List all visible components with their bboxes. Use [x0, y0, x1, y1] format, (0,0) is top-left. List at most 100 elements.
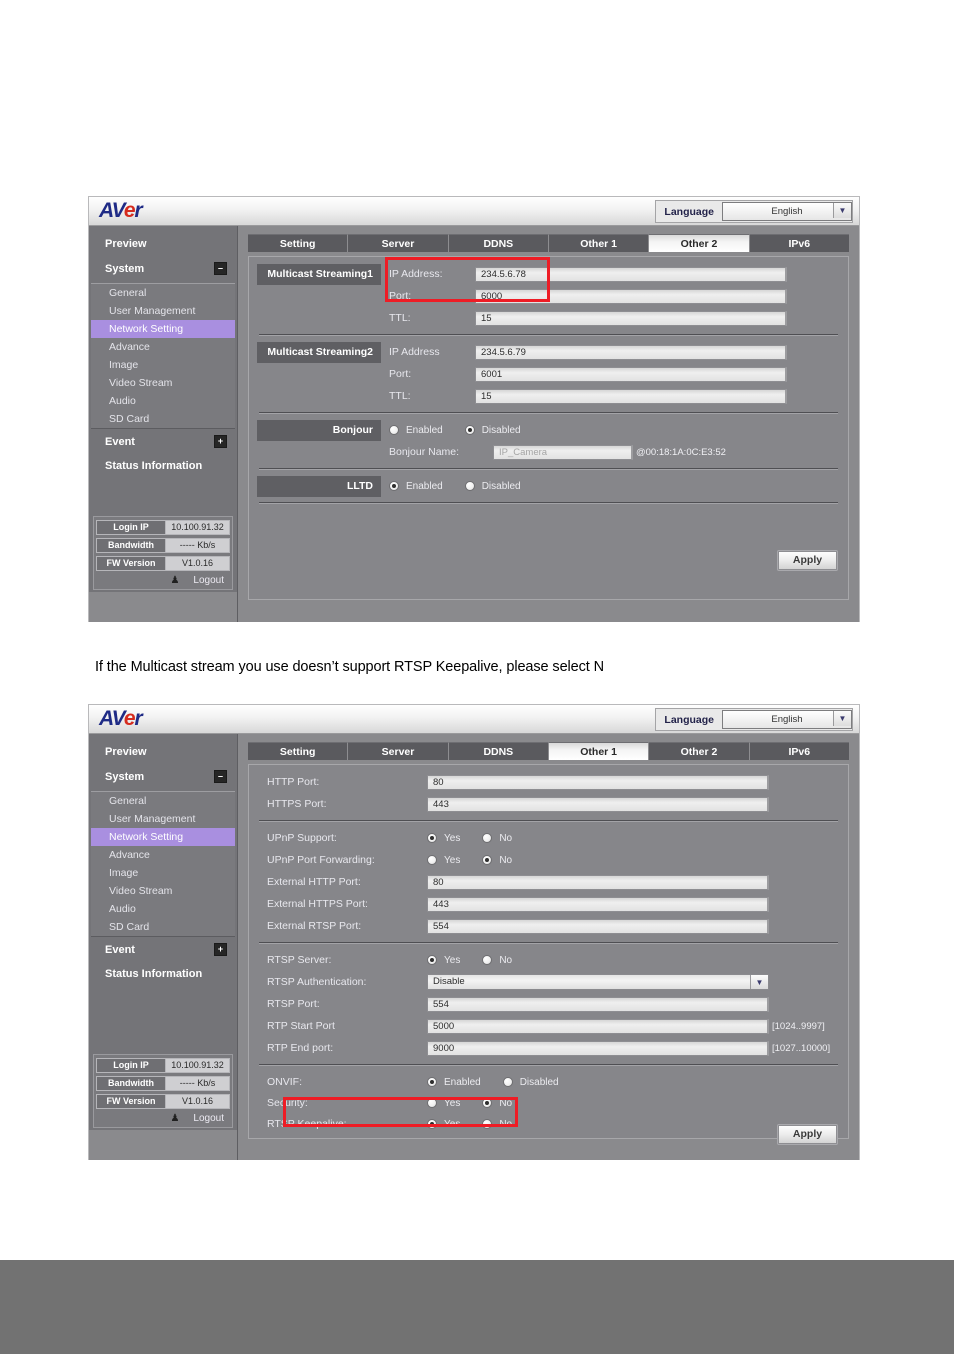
- sidebar-item-audio-2[interactable]: Audio: [91, 900, 235, 918]
- radio-onvif-enabled[interactable]: Enabled: [427, 1077, 481, 1088]
- sidebar-item-advance[interactable]: Advance: [91, 338, 235, 356]
- radio-icon-lltd-enabled[interactable]: [389, 481, 399, 491]
- input-mc2-port[interactable]: 6001: [475, 366, 787, 382]
- sidebar-item-status-information-2[interactable]: Status Information: [89, 962, 237, 986]
- apply-button-multicast[interactable]: Apply: [778, 551, 837, 570]
- sidebar-item-sd-card-2[interactable]: SD Card: [91, 918, 235, 936]
- tab-ddns[interactable]: DDNS: [448, 234, 549, 252]
- radio-icon-bonjour-disabled[interactable]: [464, 425, 475, 435]
- radio-rtsp-keepalive-no[interactable]: No: [482, 1119, 512, 1130]
- sidebar-item-audio[interactable]: Audio: [91, 392, 235, 410]
- tab-other-1[interactable]: Other 1: [548, 234, 650, 252]
- tab-ddns-2[interactable]: DDNS: [448, 742, 549, 760]
- radio-upnp-forwarding-yes[interactable]: Yes: [427, 855, 460, 866]
- sidebar-item-sd-card[interactable]: SD Card: [91, 410, 235, 428]
- input-mc1-ip-address[interactable]: 234.5.6.78: [475, 266, 787, 282]
- radio-icon-rtsp-keepalive-no[interactable]: [482, 1119, 493, 1129]
- tab-server[interactable]: Server: [348, 234, 449, 252]
- radio-icon-upnp-support-yes[interactable]: [427, 833, 437, 843]
- tab-other-2-2[interactable]: Other 2: [649, 742, 750, 760]
- radio-bonjour-enabled[interactable]: Enabled: [389, 425, 443, 436]
- input-http-port[interactable]: 80: [427, 774, 769, 790]
- radio-icon-rtsp-server-no[interactable]: [482, 955, 493, 965]
- tab-setting[interactable]: Setting: [248, 234, 349, 252]
- sidebar-item-video-stream[interactable]: Video Stream: [91, 374, 235, 392]
- minus-icon-2[interactable]: –: [214, 770, 227, 783]
- radio-icon-lltd-disabled[interactable]: [464, 481, 475, 491]
- sidebar-item-preview-2[interactable]: Preview: [89, 740, 237, 764]
- sidebar-item-image[interactable]: Image: [91, 356, 235, 374]
- radio-icon-rtsp-keepalive-yes[interactable]: [427, 1119, 437, 1129]
- logout-row[interactable]: ♟ Logout: [96, 574, 230, 587]
- input-rtp-end-port[interactable]: 9000: [427, 1040, 769, 1056]
- sidebar-item-preview[interactable]: Preview: [89, 232, 237, 256]
- radio-icon-security-no[interactable]: [482, 1098, 493, 1108]
- chevron-down-icon-2[interactable]: ▼: [833, 711, 851, 726]
- input-mc2-ttl[interactable]: 15: [475, 388, 787, 404]
- input-rtp-start-port[interactable]: 5000: [427, 1018, 769, 1034]
- input-rtsp-port[interactable]: 554: [427, 996, 769, 1012]
- radio-icon-onvif-enabled[interactable]: [427, 1077, 437, 1087]
- tab-ipv6-2[interactable]: IPv6: [749, 742, 849, 760]
- radio-upnp-support-no[interactable]: No: [482, 833, 512, 844]
- sidebar-item-image-2[interactable]: Image: [91, 864, 235, 882]
- tab-other-1-2[interactable]: Other 1: [548, 742, 650, 760]
- radio-icon-upnp-support-no[interactable]: [482, 833, 493, 843]
- radio-bonjour-disabled[interactable]: Disabled: [464, 425, 521, 436]
- tab-server-2[interactable]: Server: [348, 742, 449, 760]
- radio-upnp-support-yes[interactable]: Yes: [427, 833, 460, 844]
- radio-icon-upnp-forwarding-yes[interactable]: [427, 855, 437, 865]
- radio-lltd-disabled[interactable]: Disabled: [464, 481, 521, 492]
- radio-upnp-forwarding-no[interactable]: No: [482, 855, 512, 866]
- input-mc1-ttl[interactable]: 15: [475, 310, 787, 326]
- radio-rtsp-server-no[interactable]: No: [482, 955, 512, 966]
- logout-label[interactable]: Logout: [193, 575, 224, 586]
- dropdown-rtsp-authentication[interactable]: Disable ▼: [427, 974, 769, 990]
- chevron-down-icon[interactable]: ▼: [833, 203, 851, 218]
- radio-lltd-enabled[interactable]: Enabled: [389, 481, 443, 492]
- sidebar-item-system[interactable]: System –: [89, 256, 237, 281]
- input-mc2-ip-address[interactable]: 234.5.6.79: [475, 344, 787, 360]
- logout-row-2[interactable]: ♟ Logout: [96, 1112, 230, 1125]
- radio-security-no[interactable]: No: [482, 1098, 512, 1109]
- radio-security-yes[interactable]: Yes: [427, 1098, 460, 1109]
- radio-rtsp-keepalive-yes[interactable]: Yes: [427, 1119, 460, 1130]
- sidebar-item-network-setting-2[interactable]: Network Setting: [91, 828, 235, 846]
- radio-icon-rtsp-server-yes[interactable]: [427, 955, 437, 965]
- input-bonjour-name[interactable]: IP_Camera: [493, 444, 633, 460]
- sidebar-item-general-2[interactable]: General: [91, 792, 235, 810]
- chevron-down-icon-rtsp-auth[interactable]: ▼: [750, 975, 768, 989]
- plus-icon[interactable]: +: [214, 435, 227, 448]
- sidebar-item-network-setting[interactable]: Network Setting: [91, 320, 235, 338]
- language-dropdown[interactable]: English ▼: [722, 202, 852, 221]
- sidebar-item-user-management[interactable]: User Management: [91, 302, 235, 320]
- input-ext-http-port[interactable]: 80: [427, 874, 769, 890]
- input-https-port[interactable]: 443: [427, 796, 769, 812]
- content-other1: Setting Server DDNS Other 1 Other 2 IPv6…: [238, 734, 859, 1160]
- input-ext-rtsp-port[interactable]: 554: [427, 918, 769, 934]
- minus-icon[interactable]: –: [214, 262, 227, 275]
- sidebar-item-video-stream-2[interactable]: Video Stream: [91, 882, 235, 900]
- radio-icon-bonjour-enabled[interactable]: [389, 425, 399, 435]
- radio-icon-onvif-disabled[interactable]: [502, 1077, 513, 1087]
- apply-button-other1[interactable]: Apply: [778, 1125, 837, 1144]
- radio-onvif-disabled[interactable]: Disabled: [502, 1077, 559, 1088]
- sidebar-item-event[interactable]: Event +: [89, 429, 237, 454]
- radio-rtsp-server-yes[interactable]: Yes: [427, 955, 460, 966]
- sidebar-item-general[interactable]: General: [91, 284, 235, 302]
- tab-ipv6[interactable]: IPv6: [749, 234, 849, 252]
- plus-icon-2[interactable]: +: [214, 943, 227, 956]
- sidebar-item-system-2[interactable]: System –: [89, 764, 237, 789]
- sidebar-item-advance-2[interactable]: Advance: [91, 846, 235, 864]
- tab-setting-2[interactable]: Setting: [248, 742, 349, 760]
- sidebar-item-user-management-2[interactable]: User Management: [91, 810, 235, 828]
- input-mc1-port[interactable]: 6000: [475, 288, 787, 304]
- tab-other-2[interactable]: Other 2: [649, 234, 750, 252]
- input-ext-https-port[interactable]: 443: [427, 896, 769, 912]
- sidebar-item-status-information[interactable]: Status Information: [89, 454, 237, 478]
- language-dropdown-2[interactable]: English ▼: [722, 710, 852, 729]
- sidebar-item-event-2[interactable]: Event +: [89, 937, 237, 962]
- logout-label-2[interactable]: Logout: [193, 1113, 224, 1124]
- radio-icon-upnp-forwarding-no[interactable]: [482, 855, 493, 865]
- radio-icon-security-yes[interactable]: [427, 1098, 437, 1108]
